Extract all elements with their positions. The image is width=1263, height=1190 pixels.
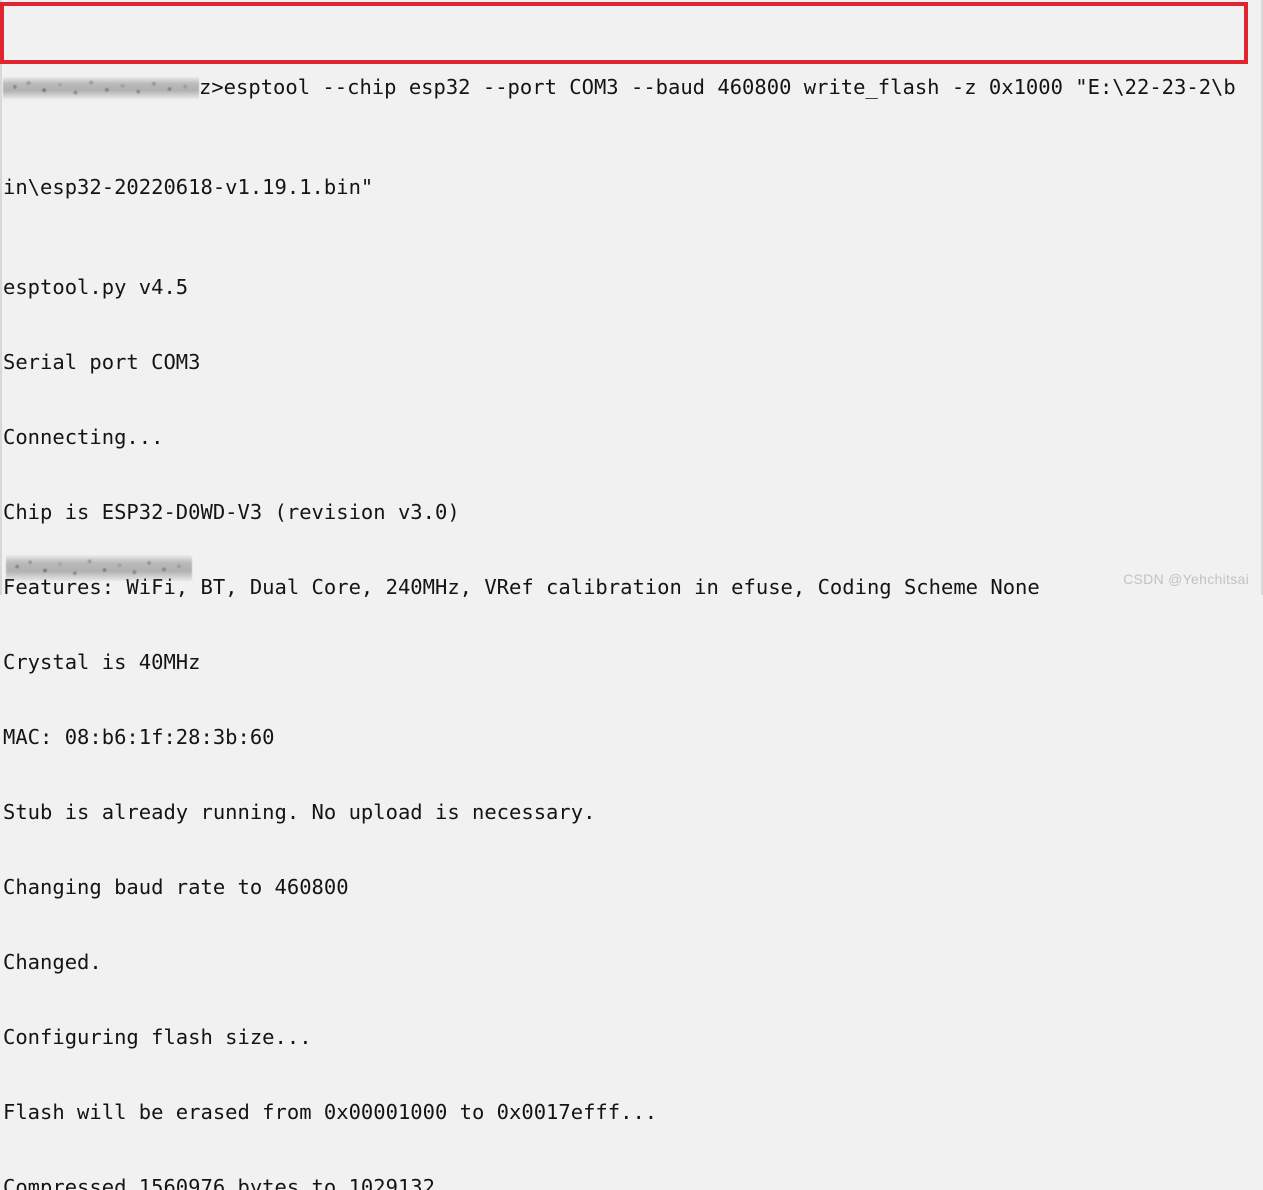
command-line-part-1: z>esptool --chip esp32 --port COM3 --bau… xyxy=(0,75,1263,100)
csdn-watermark: CSDN @Yehchitsai xyxy=(1123,571,1249,587)
output-stub-status: Stub is already running. No upload is ne… xyxy=(3,800,596,824)
output-compressed: Compressed 1560976 bytes to 1029132... xyxy=(3,1175,472,1190)
output-crystal: Crystal is 40MHz xyxy=(3,650,201,674)
output-esptool-version: esptool.py v4.5 xyxy=(3,275,189,299)
console-output-area[interactable]: z>esptool --chip esp32 --port COM3 --bau… xyxy=(0,0,1263,1190)
output-erase-range: Flash will be erased from 0x00001000 to … xyxy=(3,1100,658,1124)
output-mac-address: MAC: 08:b6:1f:28:3b:60 xyxy=(3,725,275,749)
output-chip-info: Chip is ESP32-D0WD-V3 (revision v3.0) xyxy=(3,500,460,524)
output-serial-port: Serial port COM3 xyxy=(3,350,201,374)
redacted-footer-prompt-path xyxy=(6,555,192,581)
output-changing-baud: Changing baud rate to 460800 xyxy=(3,875,349,899)
output-changed: Changed. xyxy=(3,950,102,974)
output-connecting: Connecting... xyxy=(3,425,164,449)
command-text-part-1: z>esptool --chip esp32 --port COM3 --bau… xyxy=(199,75,1236,99)
redacted-prompt-path xyxy=(3,77,199,99)
console-window[interactable]: z>esptool --chip esp32 --port COM3 --bau… xyxy=(0,0,1263,1190)
command-line-part-2: in\esp32-20220618-v1.19.1.bin" xyxy=(3,175,374,199)
output-configuring-flash: Configuring flash size... xyxy=(3,1025,312,1049)
